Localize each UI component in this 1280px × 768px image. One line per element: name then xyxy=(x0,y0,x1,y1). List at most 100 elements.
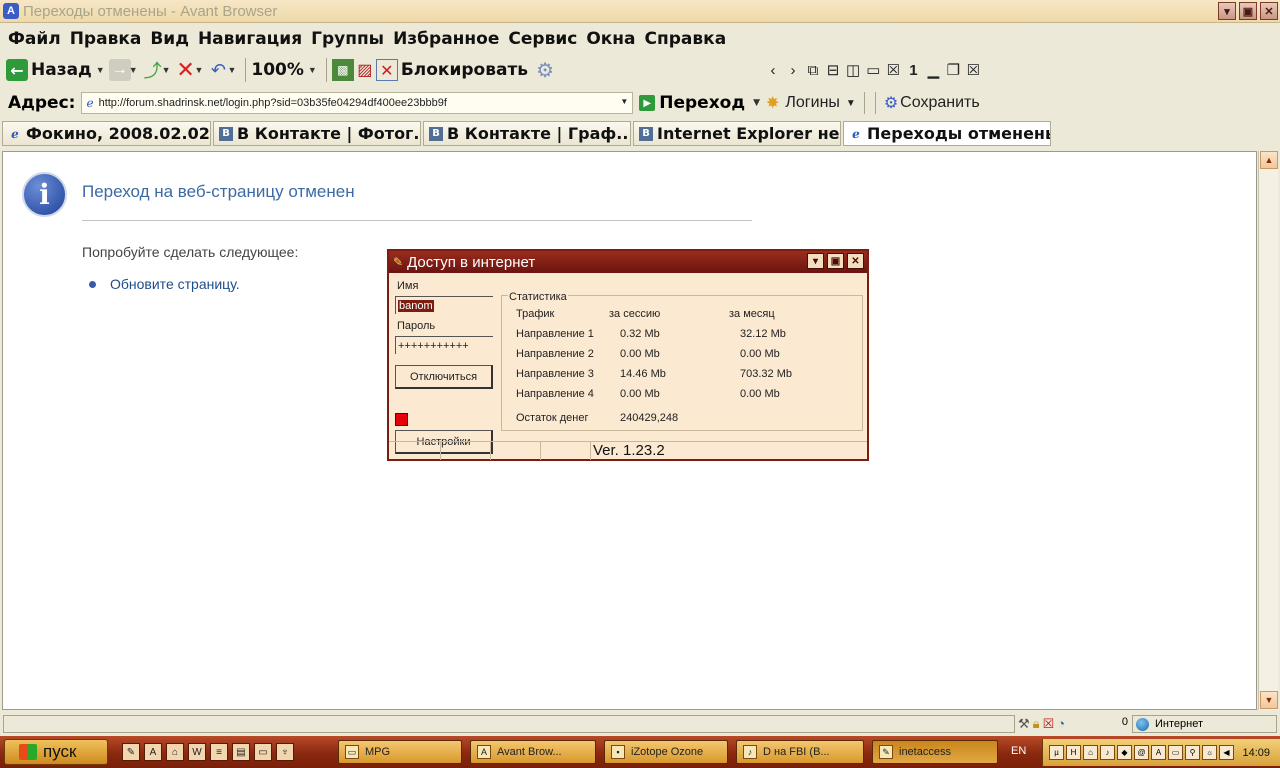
settings-gear-icon[interactable]: ⚙ xyxy=(534,59,556,82)
stop-icon[interactable]: ✕ xyxy=(175,57,197,82)
dialog-close-button[interactable]: ✕ xyxy=(847,253,864,269)
save-button[interactable]: Сохранить xyxy=(900,94,980,112)
tab-label: Переходы отменены xyxy=(867,124,1051,143)
page-number[interactable]: 1 xyxy=(906,62,920,79)
vk-icon: B xyxy=(639,126,653,141)
task-inetaccess[interactable]: ✎ inetaccess xyxy=(872,740,998,764)
dialog-titlebar[interactable]: ✎ Доступ в интернет ▾ ▣ ✕ xyxy=(389,251,867,273)
document-icon[interactable]: ▤ xyxy=(232,743,250,761)
next-window-icon[interactable]: › xyxy=(786,62,800,79)
mail-icon[interactable]: @ xyxy=(1134,745,1149,760)
sun-icon[interactable]: ☼ xyxy=(1202,745,1217,760)
task-fbi[interactable]: ♪ D на FBI (B... xyxy=(736,740,864,764)
menu-navigation[interactable]: Навигация xyxy=(198,29,311,49)
dialog-maximize-button[interactable]: ▣ xyxy=(827,253,844,269)
app-icon[interactable]: ♆ xyxy=(276,743,294,761)
menu-windows[interactable]: Окна xyxy=(586,29,644,49)
lock-icon[interactable]: 🔒︎ xyxy=(1033,716,1040,732)
audio-icon[interactable]: ♪ xyxy=(1100,745,1115,760)
tab-vkontakte-photo[interactable]: B В Контакте | Фотог... xyxy=(213,121,421,146)
up-folder-icon[interactable]: ⤴ xyxy=(142,59,164,81)
menu-tools[interactable]: Сервис xyxy=(508,29,586,49)
stop-dropdown-icon[interactable]: ▼ xyxy=(195,65,204,75)
vertical-scrollbar[interactable]: ▲ ▼ xyxy=(1258,151,1278,710)
page-title: Переход на веб-страницу отменен xyxy=(82,182,355,201)
disconnect-button[interactable]: Отключиться xyxy=(395,365,493,389)
close-button[interactable]: ✕ xyxy=(1260,2,1278,20)
speaker-icon[interactable]: ◀ xyxy=(1219,745,1234,760)
password-input[interactable]: +++++++++++ xyxy=(395,336,493,354)
security-zone[interactable]: Интернет xyxy=(1132,715,1277,733)
dialog-minimize-button[interactable]: ▾ xyxy=(807,253,824,269)
scroll-down-icon[interactable]: ▼ xyxy=(1260,691,1278,709)
menu-help[interactable]: Справка xyxy=(645,29,736,49)
task-avant-browser[interactable]: A Avant Brow... xyxy=(470,740,596,764)
refresh-icon[interactable]: ↶ xyxy=(207,59,229,81)
avant-icon[interactable]: A xyxy=(144,743,162,761)
logins-button[interactable]: Логины xyxy=(785,94,840,112)
name-input[interactable]: banom xyxy=(395,296,493,314)
tab-fokino[interactable]: ℯ Фокино, 2008.02.02 xyxy=(2,121,211,146)
logins-dropdown-icon[interactable]: ▼ xyxy=(846,98,856,109)
task-izotope[interactable]: ▪ iZotope Ozone xyxy=(604,740,728,764)
menu-file[interactable]: Файл xyxy=(8,29,70,49)
clock[interactable]: 14:09 xyxy=(1242,747,1270,759)
monitor-icon[interactable]: ▭ xyxy=(1168,745,1183,760)
go-button[interactable]: ▶ Переход ▼ xyxy=(639,93,764,113)
maximize-button[interactable]: ▣ xyxy=(1239,2,1257,20)
hfs-icon[interactable]: H xyxy=(1066,745,1081,760)
go-dropdown-icon[interactable]: ▼ xyxy=(753,98,760,108)
language-indicator[interactable]: EN xyxy=(1011,745,1026,757)
back-dropdown-icon[interactable]: ▼ xyxy=(96,65,105,75)
utorrent-icon[interactable]: µ xyxy=(1049,745,1064,760)
word-icon[interactable]: W xyxy=(188,743,206,761)
close-all-icon[interactable]: ☒ xyxy=(886,61,900,79)
forward-arrow-icon[interactable]: → xyxy=(108,59,131,81)
back-button[interactable]: ← Назад xyxy=(6,59,92,81)
menu-view[interactable]: Вид xyxy=(150,29,198,49)
tab-vkontakte-graffiti[interactable]: B В Контакте | Граф... xyxy=(423,121,631,146)
menu-groups[interactable]: Группы xyxy=(311,29,393,49)
block-images-icon[interactable]: ▩ xyxy=(331,59,354,81)
tab-navigation-canceled[interactable]: ℯ Переходы отменены xyxy=(843,121,1051,146)
refresh-dropdown-icon[interactable]: ▼ xyxy=(227,65,236,75)
avant-browser-icon: A xyxy=(3,3,19,19)
minimize-button[interactable]: ▾ xyxy=(1218,2,1236,20)
tile-vertical-icon[interactable]: ◫ xyxy=(846,61,860,79)
shield-icon[interactable]: ◆ xyxy=(1117,745,1132,760)
cascade-icon[interactable]: ⧉ xyxy=(806,62,820,79)
zoom-dropdown-icon[interactable]: ▼ xyxy=(308,65,317,75)
window-icon[interactable]: ▭ xyxy=(866,61,880,79)
close-window-icon[interactable]: ☒ xyxy=(966,61,980,79)
minimize-all-icon[interactable]: ▁ xyxy=(926,61,940,79)
menu-favorites[interactable]: Избранное xyxy=(393,29,508,49)
network-icon[interactable]: ⌂ xyxy=(166,743,184,761)
audio-file-icon: ♪ xyxy=(743,745,757,759)
speed-icon[interactable]: ◔ xyxy=(1057,716,1065,732)
task-mpg[interactable]: ▭ MPG xyxy=(338,740,462,764)
restore-all-icon[interactable]: ❐ xyxy=(946,61,960,79)
block-flash-icon[interactable]: ▨ xyxy=(354,59,376,81)
folder-icon[interactable]: ▭ xyxy=(254,743,272,761)
tab-internet-explorer[interactable]: B Internet Explorer не... xyxy=(633,121,841,146)
address-dropdown-icon[interactable]: ▼ xyxy=(620,97,628,106)
network-icon[interactable]: ⌂ xyxy=(1083,745,1098,760)
popup-blocked-icon[interactable]: ☒ xyxy=(1043,716,1055,732)
zoom-button[interactable]: 100% xyxy=(251,60,304,80)
avant-icon[interactable]: A xyxy=(1151,745,1166,760)
safely-remove-icon[interactable]: ⚲ xyxy=(1185,745,1200,760)
forward-dropdown-icon[interactable]: ▼ xyxy=(129,65,138,75)
proxy-icon[interactable]: ⚒ xyxy=(1018,716,1030,732)
up-dropdown-icon[interactable]: ▼ xyxy=(162,65,171,75)
internet-access-dialog: ✎ Доступ в интернет ▾ ▣ ✕ Имя banom Паро… xyxy=(387,249,869,461)
notepad-icon[interactable]: ≡ xyxy=(210,743,228,761)
refresh-page-link[interactable]: Обновите страницу. xyxy=(110,276,240,292)
block-popups-button[interactable]: ✕ Блокировать xyxy=(375,59,528,81)
scroll-up-icon[interactable]: ▲ xyxy=(1260,151,1278,169)
prev-window-icon[interactable]: ‹ xyxy=(766,62,780,79)
start-button[interactable]: пуск xyxy=(4,739,108,765)
address-input[interactable]: ℯ http://forum.shadrinsk.net/login.php?s… xyxy=(81,92,634,114)
tile-horizontal-icon[interactable]: ⊟ xyxy=(826,61,840,79)
plug-icon[interactable]: ✎ xyxy=(122,743,140,761)
menu-edit[interactable]: Правка xyxy=(70,29,151,49)
